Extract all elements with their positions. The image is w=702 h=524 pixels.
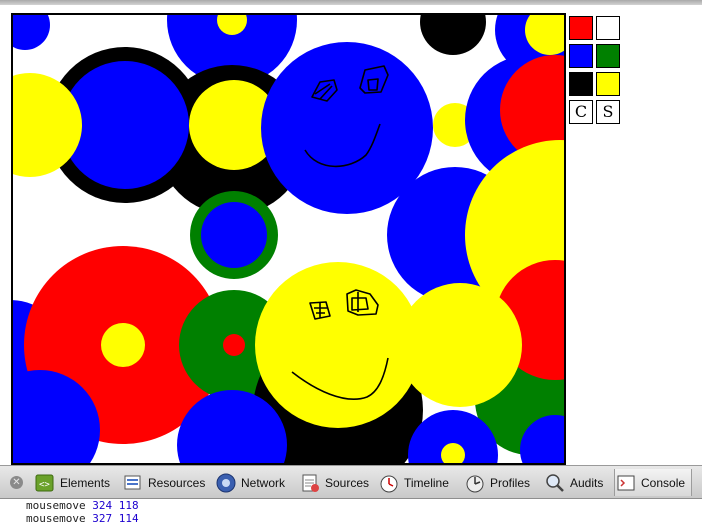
browser-top-strip [0,0,702,5]
console-log-line: mousemove 327 114 [26,512,139,524]
clear-button[interactable]: C [569,100,593,124]
elements-icon: <> [34,472,56,494]
tab-audits[interactable]: Audits [544,469,603,496]
log-y-value: 114 [118,512,139,524]
tab-console-label: Console [641,475,686,490]
canvas-drawing [13,15,564,463]
tab-resources-label: Resources [148,475,206,490]
console-output: mousemove 324 118 mousemove 327 114 [0,499,702,524]
svg-text:<>: <> [39,480,50,490]
resources-icon [122,472,144,494]
tab-console[interactable]: Console [614,469,693,496]
swatch-white[interactable] [596,16,620,40]
log-y-value: 118 [118,499,139,512]
sources-icon [299,472,321,494]
swatch-yellow[interactable] [596,72,620,96]
tab-profiles[interactable]: Profiles [464,469,530,496]
swatch-green[interactable] [596,44,620,68]
color-palette: C S [567,16,623,128]
drawing-canvas[interactable] [11,13,566,465]
log-event: mousemove [26,512,86,524]
tab-sources-label: Sources [325,475,370,490]
tab-sources[interactable]: Sources [299,469,369,496]
tab-audits-label: Audits [570,475,604,490]
tab-elements-label: Elements [60,475,111,490]
tab-elements[interactable]: <> Elements [34,469,110,496]
close-devtools-icon[interactable]: ✕ [10,476,23,489]
console-log-line: mousemove 324 118 [26,499,139,512]
profiles-icon [464,472,486,494]
swatch-red[interactable] [569,16,593,40]
save-button[interactable]: S [596,100,620,124]
tab-network[interactable]: Network [215,469,285,496]
console-icon [615,472,637,494]
devtools-panel: ✕ <> Elements Resources Network Sources [0,465,702,524]
network-icon [215,472,237,494]
log-event: mousemove [26,499,86,512]
log-x-value: 324 [92,499,113,512]
tab-timeline-label: Timeline [404,475,449,490]
swatch-blue[interactable] [569,44,593,68]
tab-timeline[interactable]: Timeline [378,469,449,496]
timeline-icon [378,472,400,494]
tab-resources[interactable]: Resources [122,469,205,496]
tab-network-label: Network [241,475,286,490]
swatch-black[interactable] [569,72,593,96]
log-x-value: 327 [92,512,113,524]
devtools-toolbar: ✕ <> Elements Resources Network Sources [0,465,702,499]
audits-icon [544,472,566,494]
tab-profiles-label: Profiles [490,475,531,490]
